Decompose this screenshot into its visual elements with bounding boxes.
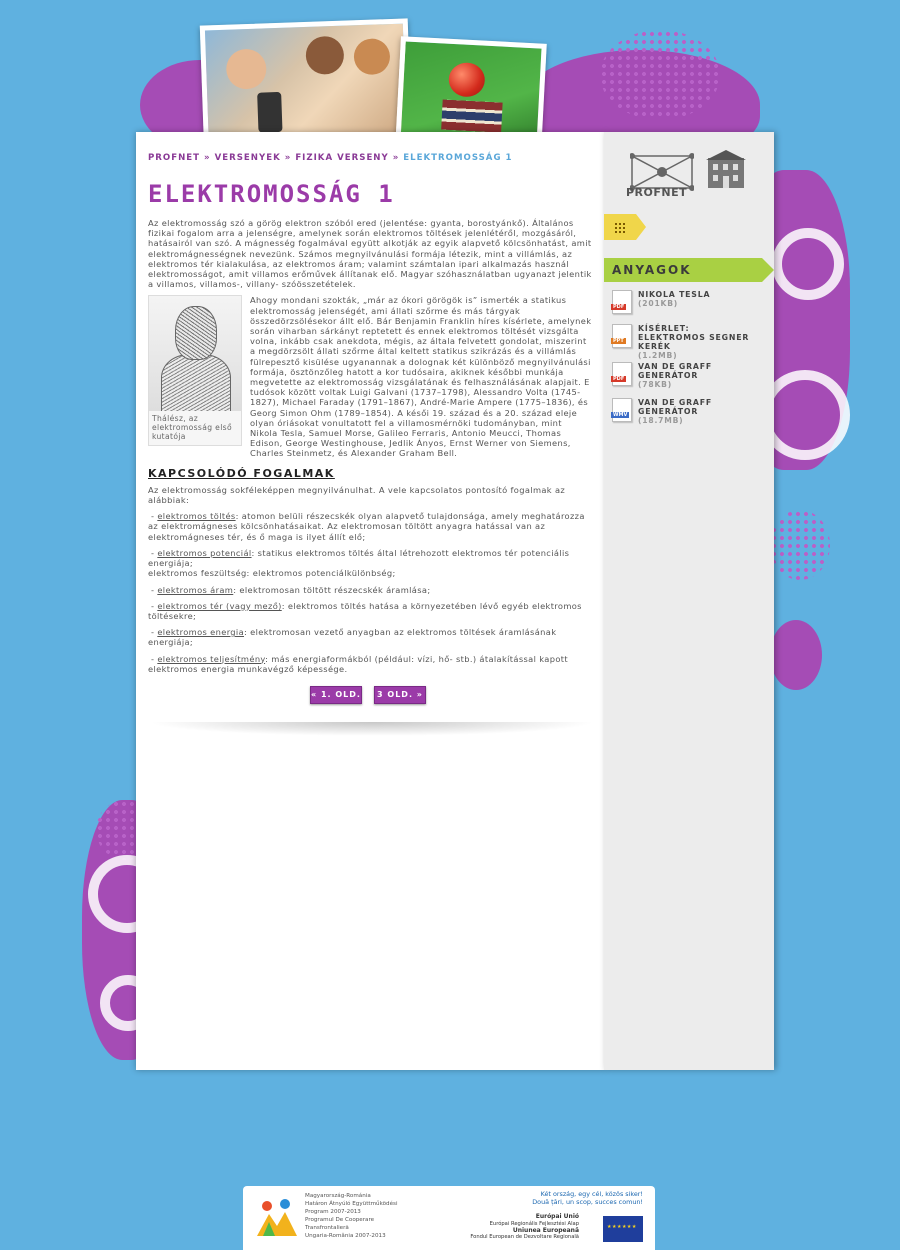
file-size: (201KB) — [638, 299, 679, 308]
menu-grid-button[interactable] — [604, 214, 646, 240]
article-body: Az elektromosság szó a görög elektron sz… — [148, 218, 592, 680]
download-link[interactable]: NIKOLA TESLA (201KB) — [638, 290, 758, 308]
breadcrumb-separator: » — [204, 153, 211, 163]
ppt-file-icon: PPT — [611, 324, 632, 348]
slogan-line: Două țări, un scop, succes comun! — [532, 1198, 643, 1207]
term-item: - elektromos töltés: atomon belüli része… — [148, 511, 585, 542]
materials-heading: ANYAGOK — [604, 258, 774, 282]
prev-page-button[interactable]: « 1. OLD. — [310, 686, 362, 704]
profnet-logo-text[interactable]: PROFNET — [626, 186, 687, 199]
footer: Magyarország-Románia Határon Átnyúló Egy… — [243, 1186, 655, 1250]
decor-blob — [770, 620, 822, 690]
term-link[interactable]: elektromos áram — [157, 585, 233, 595]
term-item: - elektromos potenciál: statikus elektro… — [148, 547, 570, 579]
slogan-line: Két ország, egy cél, közös siker! — [540, 1190, 643, 1198]
thales-bust-image — [149, 296, 241, 412]
download-link[interactable]: VAN DE GRAFF GENERÁTOR (78KB) — [638, 362, 758, 389]
divider — [148, 722, 596, 736]
child-figure — [305, 35, 345, 75]
figure-caption: Thálész, az elektromosság első kutatója — [152, 414, 232, 442]
related-intro: Az elektromosság sokféleképpen megnyilvá… — [148, 484, 566, 506]
decor-dots — [600, 30, 720, 120]
breadcrumb-link-fizika-verseny[interactable]: FIZIKA VERSENY — [295, 153, 388, 163]
eu-line: Fondul European de Dezvoltare Regională — [470, 1234, 579, 1241]
term-link[interactable]: elektromos teljesítmény — [157, 654, 265, 664]
term-link[interactable]: elektromos potenciál — [157, 548, 251, 558]
program-line: Transfrontalieră — [305, 1225, 349, 1231]
download-title: KÍSÉRLET: ELEKTROMOS SEGNER KERÉK — [638, 324, 750, 351]
thales-figure: Thálész, az elektromosság első kutatója — [148, 295, 242, 447]
microscope — [257, 91, 283, 133]
program-line: Program 2007-2013 — [305, 1209, 361, 1215]
page-title: ELEKTROMOSSÁG 1 — [148, 180, 395, 208]
term-link[interactable]: elektromos tér (vagy mező) — [157, 601, 281, 611]
decor-dots — [770, 510, 830, 580]
bust-head — [175, 306, 217, 361]
breadcrumb-link-profnet[interactable]: PROFNET — [148, 153, 200, 163]
term-link[interactable]: elektromos töltés — [157, 511, 235, 521]
school-building-icon[interactable] — [704, 148, 748, 192]
grid-icon — [614, 222, 625, 233]
file-size: (1.2MB) — [638, 351, 678, 360]
breadcrumb-link-versenyek[interactable]: VERSENYEK — [215, 153, 281, 163]
eu-text: Európai Unió Európai Regionális Fejleszt… — [470, 1213, 579, 1241]
term-item: - elektromos teljesítmény: más energiafo… — [148, 653, 568, 674]
intro-paragraph: Az elektromosság szó a görög elektron sz… — [148, 218, 592, 290]
file-type-badge: PDF — [611, 376, 627, 382]
program-line: Programul De Cooperare — [305, 1217, 375, 1223]
file-type-badge: WMV — [611, 412, 630, 418]
term-item: - elektromos tér (vagy mező): elektromos… — [148, 600, 582, 621]
child-figure — [225, 48, 267, 90]
child-figure — [353, 38, 391, 76]
video-file-icon: WMV — [611, 398, 632, 422]
program-line: Magyarország-Románia — [305, 1193, 371, 1199]
eu-line: Uniunea Europeană — [512, 1226, 579, 1234]
eu-flag-icon — [603, 1216, 643, 1242]
breadcrumb-current: ELEKTROMOSSÁG 1 — [403, 153, 513, 163]
program-line: Ungaria-România 2007-2013 — [305, 1233, 386, 1239]
file-type-badge: PPT — [611, 338, 626, 344]
eu-line: Európai Unió — [535, 1213, 579, 1220]
download-title: VAN DE GRAFF GENERÁTOR — [638, 398, 712, 416]
term-item: - elektromos áram: elektromosan töltött … — [148, 584, 431, 595]
sidebar: PROFNET ANYAGOK PDF NIKOLA TESLA (201KB) … — [604, 132, 774, 1070]
pdf-file-icon: PDF — [611, 290, 632, 314]
term-item: - elektromos energia: elektromosan vezet… — [148, 627, 557, 648]
download-link[interactable]: VAN DE GRAFF GENERÁTOR (18.7MB) — [638, 398, 758, 425]
file-size: (18.7MB) — [638, 416, 684, 425]
term-link[interactable]: elektromos energia — [157, 627, 244, 637]
term-text: : elektromosan töltött részecskék áramlá… — [233, 584, 431, 595]
pdf-file-icon: PDF — [611, 362, 632, 386]
breadcrumb-separator: » — [392, 153, 400, 163]
huro-program-logo[interactable] — [255, 1196, 299, 1240]
download-title: NIKOLA TESLA — [638, 290, 711, 299]
breadcrumb: PROFNET » VERSENYEK » FIZIKA VERSENY » E… — [148, 153, 512, 163]
next-page-button[interactable]: 3 OLD. » — [374, 686, 426, 704]
program-line: Határon Átnyúló Együttműködési — [305, 1201, 398, 1207]
term-extra: elektromos feszültség: elektromos potenc… — [148, 568, 396, 579]
download-link[interactable]: KÍSÉRLET: ELEKTROMOS SEGNER KERÉK (1.2MB) — [638, 324, 758, 360]
apple-image — [447, 61, 486, 98]
download-title: VAN DE GRAFF GENERÁTOR — [638, 362, 712, 380]
books-image — [441, 99, 503, 133]
decor-ring — [772, 228, 844, 300]
related-heading: KAPCSOLÓDÓ FOGALMAK — [148, 466, 335, 480]
bust-body — [161, 354, 231, 412]
slogan: Két ország, egy cél, közös siker! Două ț… — [532, 1190, 643, 1206]
program-description: Magyarország-Románia Határon Átnyúló Egy… — [305, 1192, 398, 1240]
file-type-badge: PDF — [611, 304, 627, 310]
main-content: PROFNET » VERSENYEK » FIZIKA VERSENY » E… — [136, 132, 606, 1070]
breadcrumb-separator: » — [284, 153, 292, 163]
file-size: (78KB) — [638, 380, 672, 389]
